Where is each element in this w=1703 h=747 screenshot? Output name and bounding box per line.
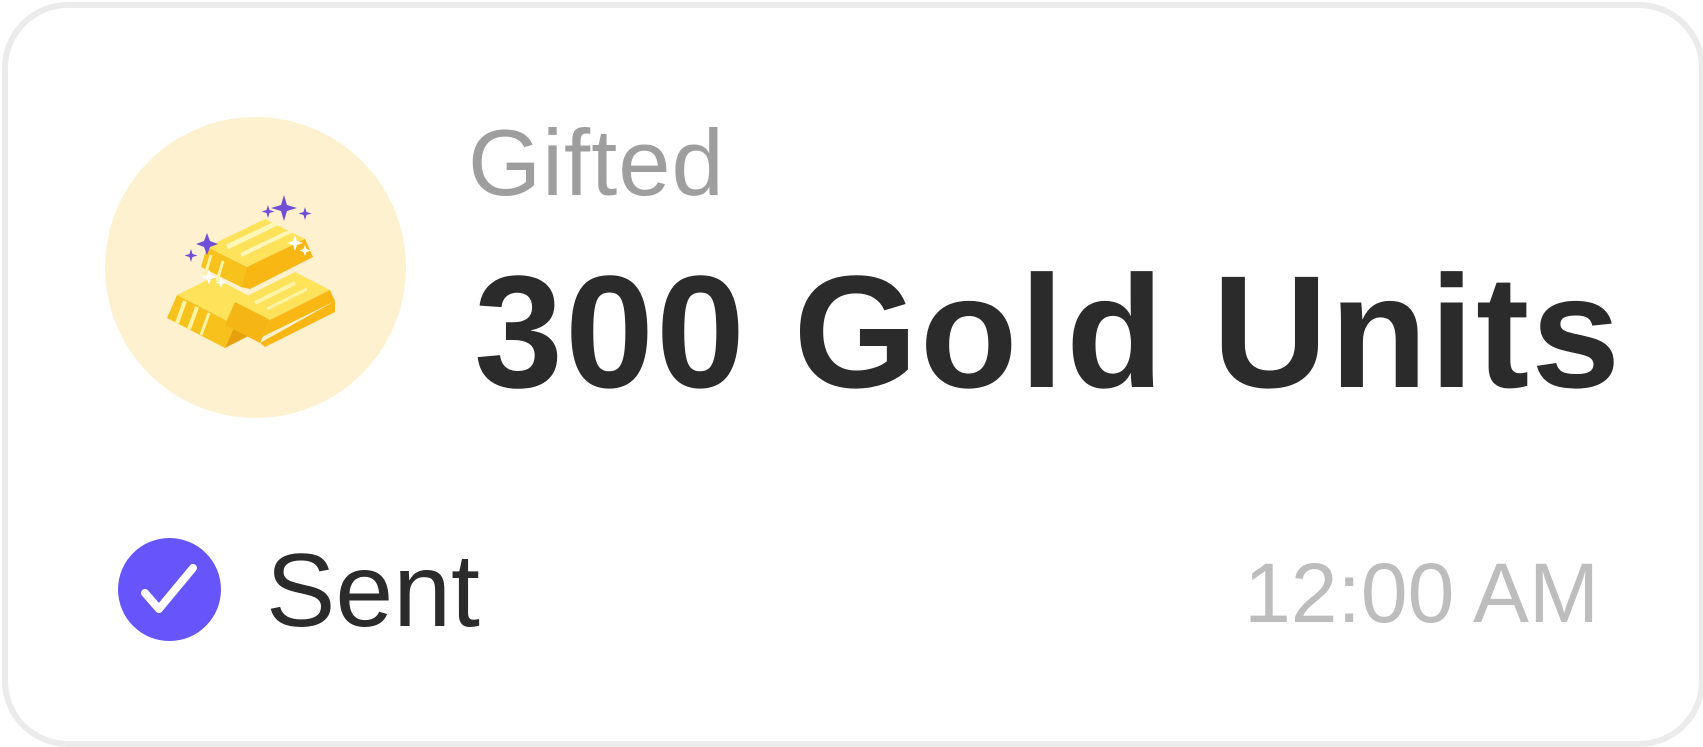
gift-amount: 300 Gold Units (474, 242, 1623, 421)
status-label: Sent (266, 533, 480, 649)
message-timestamp: 12:00 AM (1244, 546, 1599, 640)
gold-bars-icon (167, 195, 335, 348)
gift-icon-container (105, 117, 406, 418)
gift-label: Gifted (468, 110, 725, 215)
check-circle-icon (118, 538, 221, 641)
checkmark-icon (141, 564, 197, 613)
gift-message-card: Gifted 300 Gold Units Sent 12:00 AM (2, 2, 1703, 747)
